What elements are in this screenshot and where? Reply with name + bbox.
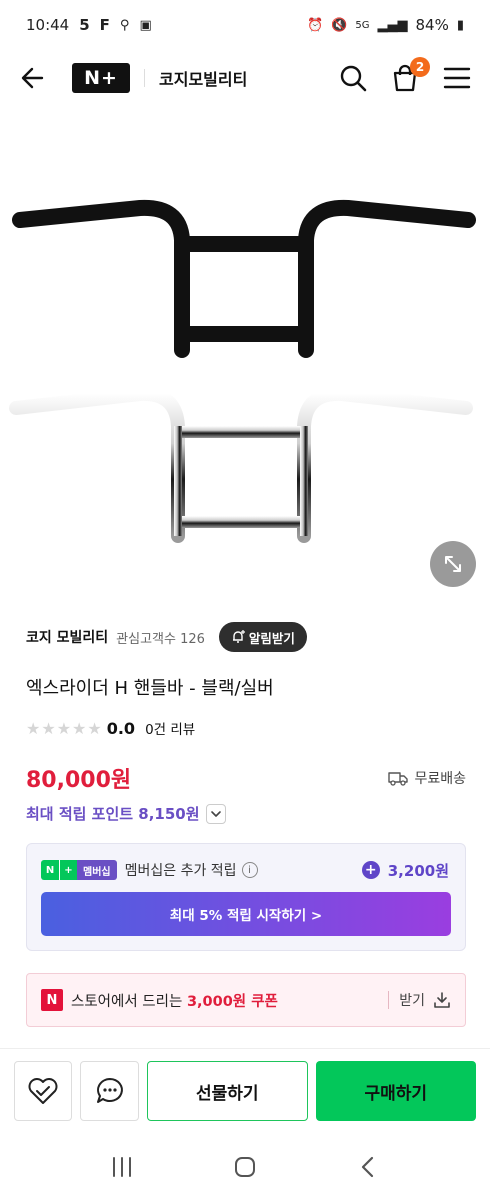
system-navigation-bar	[0, 1134, 490, 1200]
wishlist-button[interactable]	[14, 1061, 73, 1121]
cart-count-badge: 2	[410, 57, 430, 77]
back-button[interactable]	[16, 61, 50, 95]
coupon-download-button[interactable]: 받기	[399, 990, 451, 1010]
clock: 10:44	[26, 16, 70, 34]
menu-button[interactable]	[440, 61, 474, 95]
header-divider	[144, 69, 145, 87]
cart-button[interactable]: 2	[388, 57, 430, 95]
system-back-button[interactable]	[348, 1147, 388, 1187]
plus-icon: +	[59, 860, 77, 880]
arrow-left-icon	[21, 67, 44, 89]
coupon-amount: 3,000원 쿠폰	[186, 993, 278, 1010]
zoom-image-button[interactable]	[430, 541, 476, 587]
notification-indicator: 5	[79, 16, 90, 34]
naver-n-icon: N	[41, 989, 63, 1011]
shipping-label: 무료배송	[414, 771, 466, 787]
signal-icon: ▂▄▆	[377, 17, 408, 33]
max-points-text: 최대 적립 포인트 8,150원	[26, 805, 200, 823]
notification-indicator: F	[99, 16, 110, 34]
star-rating-icon: ★★★★★	[26, 718, 103, 738]
bell-plus-icon	[232, 630, 245, 643]
store-coupon-banner[interactable]: N 스토어에서 드리는 3,000원 쿠폰 받기	[26, 973, 466, 1027]
silver-handlebar	[9, 386, 473, 543]
rating-row[interactable]: ★★★★★ 0.0 0건 리뷰	[26, 718, 196, 739]
membership-badge-label: 멤버십	[77, 860, 117, 880]
store-name[interactable]: 코지 모빌리티	[26, 627, 108, 647]
naver-plus-membership-badge: N + 멤버십	[41, 860, 117, 880]
handlebar-illustration	[9, 199, 476, 543]
product-image[interactable]	[0, 130, 490, 600]
gift-button[interactable]: 선물하기	[146, 1061, 308, 1121]
membership-text: 멤버십은 추가 적립	[124, 863, 237, 879]
naver-plus-logo[interactable]: N+	[72, 63, 130, 93]
expand-icon	[445, 556, 461, 572]
battery-icon: ▮	[456, 17, 464, 33]
plus-circle-icon: +	[361, 861, 380, 879]
points-expand-toggle[interactable]	[205, 803, 226, 824]
alarm-subscribe-label: 알림받기	[248, 630, 295, 646]
buy-button[interactable]: 구매하기	[315, 1061, 477, 1121]
coupon-divider	[388, 991, 390, 1009]
max-points-row[interactable]: 최대 적립 포인트 8,150원	[26, 803, 226, 824]
membership-amount: 3,200원	[387, 861, 449, 880]
store-info-row: 코지 모빌리티 관심고객수 126 알림받기	[26, 620, 470, 654]
purchase-action-bar: 선물하기 구매하기	[14, 1060, 477, 1122]
search-button[interactable]	[336, 61, 370, 95]
search-icon	[340, 65, 367, 92]
header-store-name[interactable]: 코지모빌리티	[159, 66, 247, 90]
coupon-prefix: 스토어에서 드리는	[71, 993, 187, 1010]
chevron-down-icon	[210, 810, 221, 817]
rating-score: 0.0	[106, 718, 136, 738]
truck-icon	[388, 772, 409, 786]
membership-extra-points: + 3,200원	[361, 860, 449, 881]
section-divider	[0, 1048, 490, 1049]
product-price: 80,000원	[26, 768, 132, 793]
recent-apps-icon	[112, 1157, 131, 1177]
heart-check-icon	[28, 1078, 58, 1104]
info-icon[interactable]: i	[241, 862, 258, 878]
price-row: 80,000원 무료배송	[26, 760, 466, 796]
mute-icon: 🔇	[331, 17, 348, 33]
chat-button[interactable]	[80, 1061, 139, 1121]
membership-start-button[interactable]: 최대 5% 적립 시작하기 >	[41, 892, 451, 936]
status-bar: 10:44 5 F ⚲ ▣ ⏰ 🔇 5G ▂▄▆ 84% ▮	[0, 0, 490, 50]
store-fans-count: 관심고객수 126	[116, 631, 205, 647]
alarm-subscribe-button[interactable]: 알림받기	[218, 622, 307, 652]
review-count: 0건 리뷰	[145, 722, 196, 738]
chat-bubble-icon	[96, 1078, 123, 1103]
product-title: 엑스라이더 H 핸들바 - 블랙/실버	[26, 678, 274, 699]
black-handlebar	[12, 199, 476, 358]
coupon-download-label: 받기	[399, 993, 425, 1009]
network-type: 5G	[355, 19, 370, 31]
hotspot-icon: ⚲	[119, 17, 130, 33]
membership-box: N + 멤버십 멤버십은 추가 적립 i + 3,200원 최대 5% 적립 시…	[26, 843, 466, 951]
n-icon: N	[41, 860, 59, 880]
alarm-icon: ⏰	[307, 17, 324, 33]
home-icon	[234, 1157, 255, 1177]
home-button[interactable]	[225, 1147, 265, 1187]
gallery-icon: ▣	[139, 17, 152, 33]
shipping-info: 무료배송	[388, 768, 466, 788]
recent-apps-button[interactable]	[102, 1147, 142, 1187]
app-header: N+ 코지모빌리티 2	[0, 50, 490, 106]
coupon-text: 스토어에서 드리는 3,000원 쿠폰	[71, 990, 278, 1011]
chevron-left-icon	[362, 1156, 374, 1178]
battery-level: 84%	[415, 16, 449, 34]
hamburger-menu-icon	[443, 67, 471, 89]
download-icon	[434, 992, 450, 1008]
